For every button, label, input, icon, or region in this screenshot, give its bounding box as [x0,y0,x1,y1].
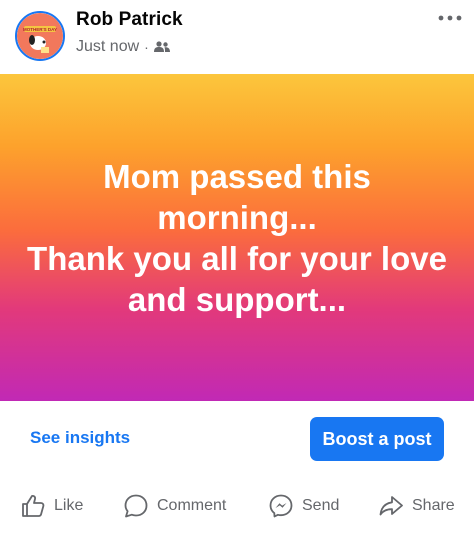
post-header: MOTHER'S DAY Rob Patrick Just now · [0,0,474,74]
send-button[interactable]: Send [268,486,339,526]
like-icon [22,495,45,517]
timestamp[interactable]: Just now [76,38,139,56]
like-label: Like [54,497,84,514]
boost-post-button[interactable]: Boost a post [310,417,444,461]
avatar-badge-text: MOTHER'S DAY [23,27,57,32]
post-background: Mom passed this morning... Thank you all… [0,74,474,401]
comment-icon [124,494,148,518]
send-label: Send [302,497,340,514]
like-button[interactable]: Like [20,486,83,526]
comment-button[interactable]: Comment [123,486,226,526]
friends-icon [153,41,170,52]
messenger-icon [269,494,293,518]
comment-label: Comment [157,497,227,514]
avatar[interactable]: MOTHER'S DAY [15,11,65,61]
share-label: Share [412,497,455,514]
more-options-icon[interactable] [437,10,463,26]
action-bar: Like Comment Send Share [0,486,474,526]
share-button[interactable]: Share [378,486,455,526]
author-name[interactable]: Rob Patrick [76,9,183,31]
separator: · [144,39,149,55]
post-meta: Just now · [76,38,170,56]
share-icon [379,496,403,516]
avatar-image: MOTHER'S DAY [17,13,63,59]
see-insights-link[interactable]: See insights [30,428,130,448]
post-text: Mom passed this morning... Thank you all… [27,157,447,318]
